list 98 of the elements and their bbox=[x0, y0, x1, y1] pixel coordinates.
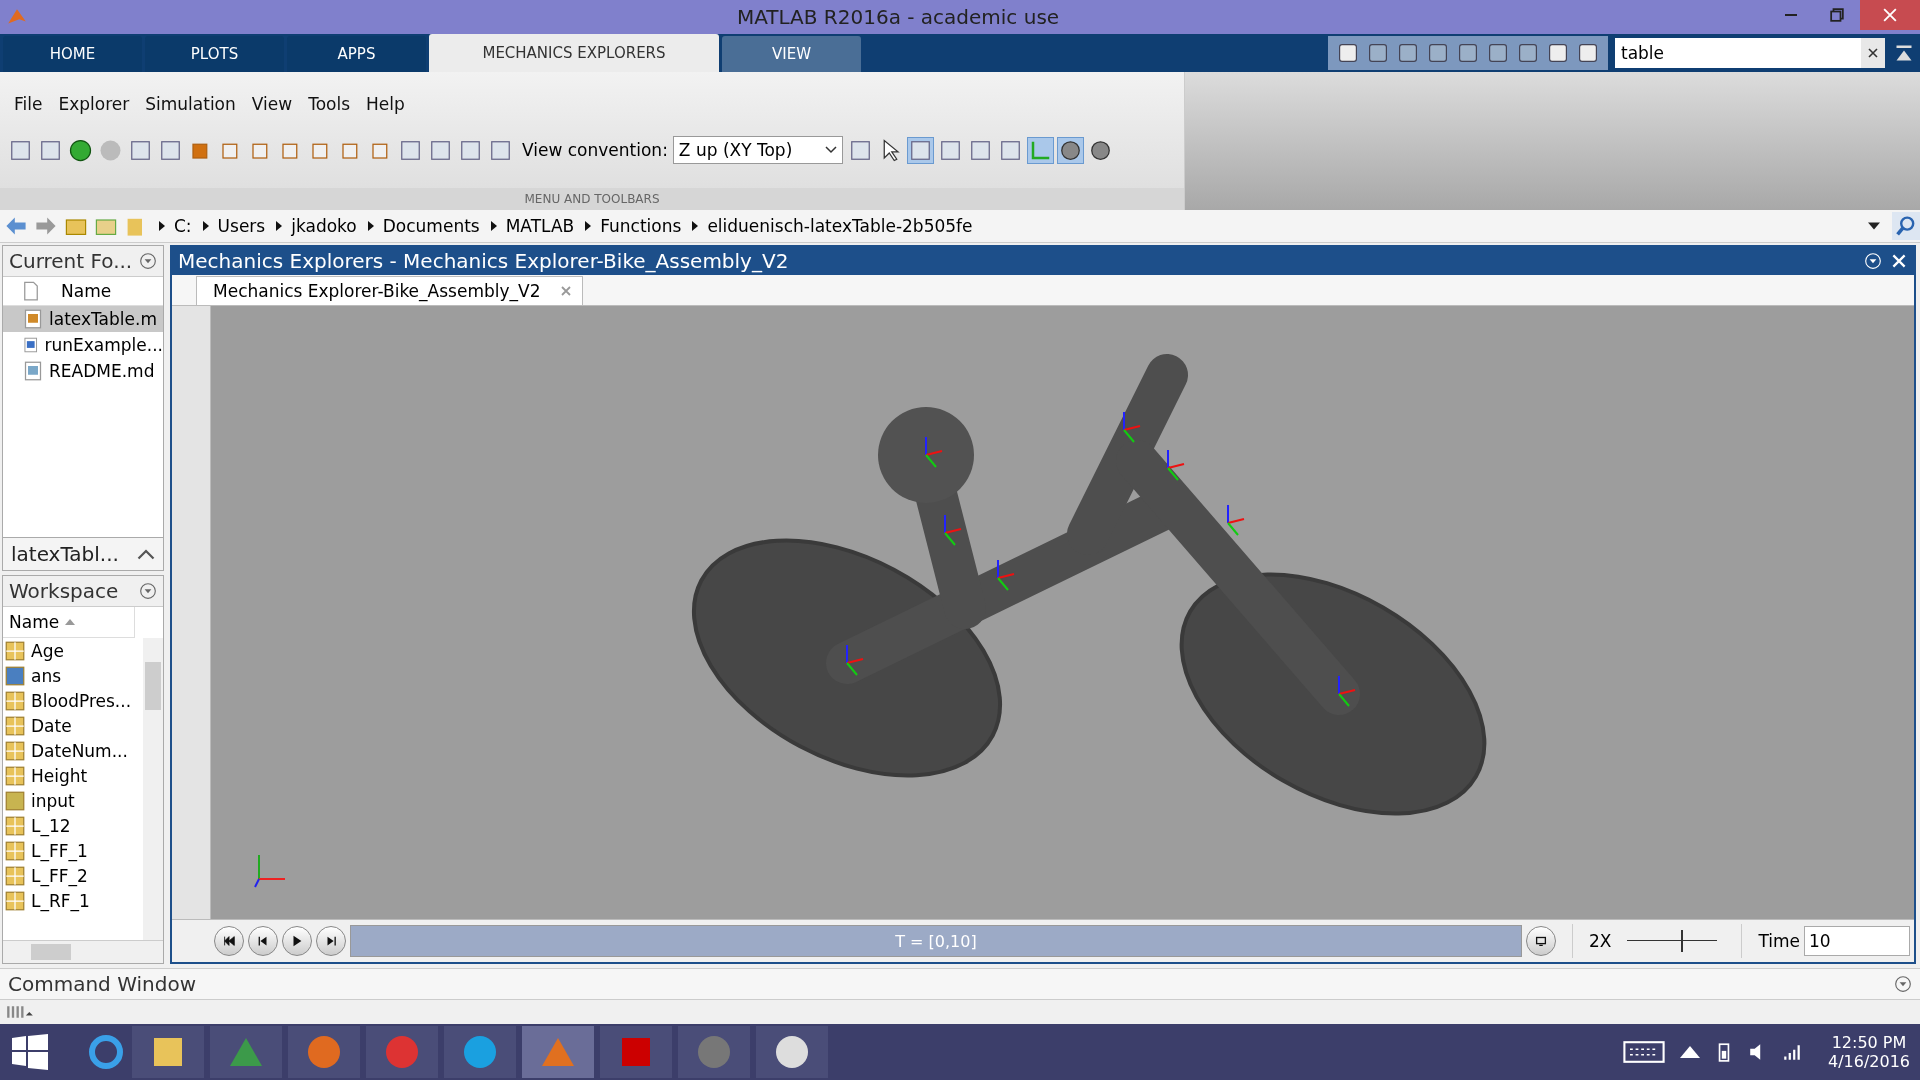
variable-item[interactable]: input bbox=[3, 788, 143, 813]
clock-time[interactable]: 12:50 PM bbox=[1831, 1033, 1907, 1052]
breadcrumb-item[interactable]: Documents bbox=[382, 216, 480, 236]
speed-label: 2X bbox=[1588, 931, 1612, 951]
breadcrumb-item[interactable]: Functions bbox=[600, 216, 682, 236]
slider-thumb[interactable] bbox=[1681, 930, 1684, 952]
view-convention-label: View convention: bbox=[522, 140, 668, 160]
breadcrumb-item[interactable]: C: bbox=[174, 216, 192, 236]
menu-item[interactable]: Simulation bbox=[145, 94, 236, 114]
column-header[interactable]: Name bbox=[9, 612, 60, 632]
signal-icon[interactable] bbox=[1781, 1042, 1802, 1062]
ribbon-tab[interactable]: HOME bbox=[3, 36, 142, 72]
collapse-icon[interactable] bbox=[1894, 43, 1914, 63]
table-variable-icon bbox=[5, 865, 25, 886]
breadcrumb-arrow-icon[interactable] bbox=[584, 221, 593, 231]
ribbon-tab[interactable]: APPS bbox=[287, 36, 426, 72]
table-variable-icon bbox=[5, 840, 25, 861]
variable-item[interactable]: Date bbox=[3, 713, 143, 738]
table-variable-icon bbox=[5, 890, 25, 911]
variable-item[interactable]: Height bbox=[3, 763, 143, 788]
breadcrumb-arrow-icon[interactable] bbox=[158, 221, 166, 231]
chevron-down-icon bbox=[824, 146, 837, 154]
folder-file-entry[interactable]: runExample... bbox=[3, 332, 163, 358]
breadcrumb-arrow-icon[interactable] bbox=[489, 221, 498, 231]
panel-title: Mechanics Explorers - Mechanics Explorer-Bike_Assembly_V2 bbox=[178, 249, 790, 273]
step-forward-button[interactable] bbox=[316, 926, 346, 956]
panel-title: Command Window bbox=[8, 972, 196, 996]
breadcrumb-item[interactable]: eliduenisch-latexTable-2b505fe bbox=[707, 216, 973, 236]
panel-menu-icon[interactable] bbox=[139, 252, 157, 270]
window-title: MATLAB R2016a - academic use bbox=[736, 5, 1060, 29]
variable-item[interactable]: L_FF_1 bbox=[3, 838, 143, 863]
play-button[interactable] bbox=[282, 926, 312, 956]
windows-start-icon[interactable] bbox=[10, 1032, 50, 1072]
breadcrumb-item[interactable]: Users bbox=[217, 216, 266, 236]
file-icon bbox=[23, 361, 43, 381]
menu-item[interactable]: Help bbox=[366, 94, 405, 114]
step-back-button[interactable] bbox=[248, 926, 278, 956]
folder-file-entry[interactable]: latexTable.m bbox=[3, 306, 163, 332]
file-icon bbox=[23, 309, 43, 329]
clock-date[interactable]: 4/16/2016 bbox=[1827, 1052, 1910, 1071]
close-icon bbox=[1883, 8, 1897, 22]
section-label: MENU AND TOOLBARS bbox=[0, 188, 1184, 210]
time-range-label: T = [0,10] bbox=[895, 931, 977, 951]
variable-item[interactable]: ans bbox=[3, 663, 143, 688]
search-field[interactable]: table bbox=[1615, 38, 1861, 68]
view-convention-dropdown[interactable]: Z up (XY Top) bbox=[672, 136, 843, 164]
vertical-scrollbar[interactable] bbox=[143, 638, 163, 940]
breadcrumb-item[interactable]: jkadoko bbox=[291, 216, 357, 236]
ribbon-tab[interactable]: PLOTS bbox=[145, 36, 284, 72]
step-back-icon bbox=[256, 934, 270, 948]
time-label: Time bbox=[1758, 931, 1800, 951]
table-variable-icon bbox=[5, 765, 25, 786]
variable-item[interactable]: Age bbox=[3, 638, 143, 663]
time-field[interactable]: 10 bbox=[1804, 926, 1910, 956]
panel-menu-icon[interactable] bbox=[139, 582, 157, 600]
status-bar-icon bbox=[6, 1003, 34, 1021]
panel-menu-icon[interactable] bbox=[1894, 975, 1912, 993]
menu-item[interactable]: Explorer bbox=[58, 94, 130, 114]
table-variable-icon bbox=[5, 690, 25, 711]
minimize-icon bbox=[1784, 14, 1798, 16]
table-variable-icon bbox=[5, 715, 25, 736]
file-icon bbox=[21, 281, 41, 301]
run-icon[interactable] bbox=[68, 137, 93, 163]
breadcrumb-arrow-icon[interactable] bbox=[201, 221, 210, 231]
breadcrumb-arrow-icon[interactable] bbox=[366, 221, 375, 231]
folder-file-entry[interactable]: README.md bbox=[3, 358, 163, 384]
clear-icon[interactable] bbox=[1861, 38, 1885, 68]
menu-item[interactable]: File bbox=[14, 94, 43, 114]
menu-item[interactable]: View bbox=[251, 94, 293, 114]
file-icon bbox=[23, 335, 39, 355]
table-variable-icon bbox=[5, 740, 25, 761]
close-icon[interactable] bbox=[1890, 252, 1908, 270]
skip-back-icon bbox=[222, 934, 236, 948]
ribbon-tab[interactable]: MECHANICS EXPLORERS bbox=[429, 34, 719, 72]
breadcrumb-arrow-icon[interactable] bbox=[275, 221, 284, 231]
keyboard-icon[interactable] bbox=[1621, 1038, 1666, 1066]
search-icon[interactable] bbox=[1892, 212, 1920, 240]
document-tab[interactable]: Mechanics Explorer-Bike_Assembly_V2 bbox=[196, 276, 584, 305]
panel-title: Workspace bbox=[9, 579, 119, 603]
variable-item[interactable]: BloodPres... bbox=[3, 688, 143, 713]
breadcrumb-arrow-icon[interactable] bbox=[691, 221, 700, 231]
variable-item[interactable]: L_12 bbox=[3, 813, 143, 838]
variable-item[interactable]: DateNum... bbox=[3, 738, 143, 763]
table-variable-icon bbox=[5, 640, 25, 661]
skip-to-start-button[interactable] bbox=[214, 926, 244, 956]
menu-item[interactable]: Tools bbox=[308, 94, 351, 114]
monitor-icon bbox=[1533, 934, 1548, 948]
close-button[interactable] bbox=[1860, 0, 1920, 30]
ribbon-tab[interactable]: VIEW bbox=[722, 36, 861, 72]
sort-arrow-icon[interactable] bbox=[65, 619, 76, 625]
breadcrumb-item[interactable]: MATLAB bbox=[505, 216, 575, 236]
variable-item[interactable]: L_RF_1 bbox=[3, 888, 143, 913]
horizontal-scrollbar[interactable] bbox=[3, 940, 163, 963]
dropdown-arrow-icon[interactable] bbox=[1868, 222, 1880, 230]
table-variable-icon bbox=[5, 815, 25, 836]
restore-icon bbox=[1830, 8, 1844, 22]
variable-item[interactable]: L_FF_2 bbox=[3, 863, 143, 888]
panel-title: Current Fo... bbox=[9, 249, 133, 273]
